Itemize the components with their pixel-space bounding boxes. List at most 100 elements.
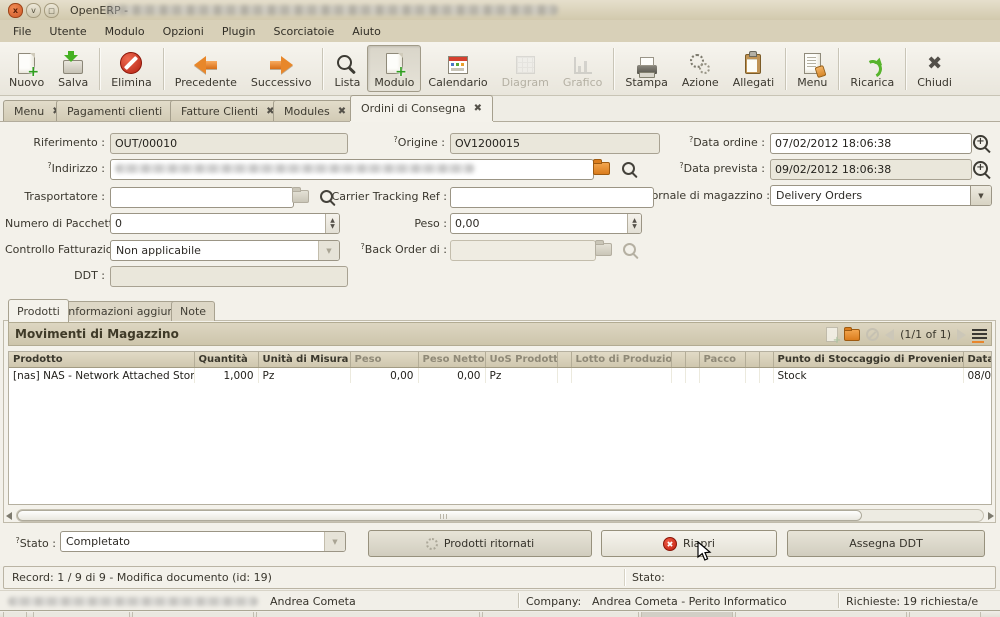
company-label: Company: — [526, 595, 581, 608]
giornale-combo[interactable]: Delivery Orders ▼ — [770, 185, 992, 206]
scrollbar-thumb[interactable] — [17, 510, 862, 521]
window-minimize-icon[interactable]: v — [26, 3, 41, 18]
tab-close-icon[interactable]: ✖ — [474, 103, 482, 114]
openerp-window: x v □ OpenERP - File Utente Modulo Opzio… — [0, 0, 1000, 617]
desktop-taskbar-edge — [0, 610, 1000, 617]
reload-button[interactable]: Ricarica — [843, 45, 901, 92]
menu-opzioni[interactable]: Opzioni — [154, 22, 213, 41]
blurred-address-text — [115, 164, 475, 173]
menu-plugin[interactable]: Plugin — [213, 22, 265, 41]
ddt-field — [110, 266, 348, 287]
horizontal-scrollbar[interactable] — [4, 509, 996, 522]
date-zoom-icon[interactable]: + — [973, 161, 988, 176]
menu-aiuto[interactable]: Aiuto — [343, 22, 390, 41]
list-view-button[interactable]: Lista — [327, 45, 367, 92]
table-row[interactable]: [nas] NAS - Network Attached Storage 1,0… — [9, 368, 992, 384]
scroll-left-icon[interactable] — [6, 512, 12, 520]
date-zoom-icon[interactable]: + — [973, 135, 988, 150]
col-spacer — [685, 352, 699, 368]
numero-pacchetti-label: Numero di Pacchetti : — [5, 217, 105, 230]
window-close-icon[interactable]: x — [8, 3, 23, 18]
indirizzo-field[interactable] — [110, 159, 594, 180]
delete-icon — [120, 47, 142, 74]
col-peso-netto[interactable]: Peso Netto — [418, 352, 485, 368]
taskbar-button[interactable] — [33, 612, 130, 617]
data-ordine-field[interactable]: 07/02/2012 18:06:38 — [770, 133, 972, 154]
title-bar: x v □ OpenERP - — [0, 0, 1000, 21]
taskbar-button[interactable] — [3, 612, 27, 617]
col-prodotto[interactable]: Prodotto — [9, 352, 194, 368]
col-quantita[interactable]: Quantità — [194, 352, 258, 368]
attachments-button[interactable]: Allegati — [726, 45, 782, 92]
col-uos-prodotto[interactable]: UoS Prodotto — [485, 352, 557, 368]
search-icon[interactable] — [320, 190, 333, 203]
diagram-icon — [516, 47, 535, 74]
menu-page-icon — [804, 47, 821, 74]
stato-status: Stato: — [632, 571, 665, 584]
col-pacco[interactable]: Pacco — [699, 352, 745, 368]
close-button[interactable]: Chiudi — [910, 45, 959, 92]
trasportatore-field[interactable] — [110, 187, 294, 208]
taskbar-button[interactable] — [256, 612, 480, 617]
save-button[interactable]: Salva — [51, 45, 95, 92]
spinner-arrows-icon[interactable]: ▲▼ — [325, 214, 339, 233]
chevron-down-icon[interactable]: ▼ — [970, 186, 991, 205]
graph-view-button: Grafico — [556, 45, 610, 92]
taskbar-button[interactable] — [735, 612, 907, 617]
new-button[interactable]: Nuovo — [2, 45, 51, 92]
stock-moves-list[interactable]: Prodotto Quantità Unità di Misura Peso P… — [8, 351, 992, 505]
search-icon[interactable] — [622, 162, 635, 175]
save-icon — [63, 47, 83, 74]
cancel-red-icon: ✖ — [663, 537, 677, 551]
tab-modules[interactable]: Modules ✖ — [273, 100, 357, 121]
requests-label: Richieste: — [846, 595, 900, 608]
tab-close-icon[interactable]: ✖ — [338, 106, 346, 117]
previous-button[interactable]: Precedente — [168, 45, 244, 92]
menu-scorciatoie[interactable]: Scorciatoie — [264, 22, 343, 41]
tab-ordini-di-consegna[interactable]: Ordini di Consegna ✖ — [350, 95, 493, 121]
tab-fatture-clienti[interactable]: Fatture Clienti ✖ — [170, 100, 286, 121]
close-x-icon — [927, 47, 942, 74]
open-resource-folder-icon[interactable] — [593, 162, 610, 175]
record-status: Record: 1 / 9 di 9 - Modifica documento … — [12, 571, 272, 584]
calendar-icon — [448, 47, 468, 74]
col-lotto[interactable]: Lotto di Produzione — [571, 352, 671, 368]
action-button[interactable]: Azione — [675, 45, 726, 92]
calendar-view-button[interactable]: Calendario — [421, 45, 494, 92]
col-punto-stoccaggio[interactable]: Punto di Stoccaggio di Provenienza — [773, 352, 963, 368]
scroll-right-icon[interactable] — [988, 512, 994, 520]
switch-view-icon[interactable] — [972, 329, 987, 341]
assegna-ddt-button[interactable]: Assegna DDT — [787, 530, 985, 557]
window-maximize-icon[interactable]: □ — [44, 3, 59, 18]
tab-label: Modules — [284, 105, 330, 118]
stato-label: ?Stato : — [8, 537, 56, 550]
menu-modulo[interactable]: Modulo — [96, 22, 154, 41]
prodotti-ritornati-button[interactable]: Prodotti ritornati — [368, 530, 592, 557]
tab-note[interactable]: Note — [171, 301, 215, 321]
open-record-icon[interactable] — [844, 329, 860, 341]
riapri-button[interactable]: ✖ Riapri — [601, 530, 777, 557]
menu-file[interactable]: File — [4, 22, 40, 41]
carrier-ref-field[interactable] — [450, 187, 654, 208]
taskbar-button-active[interactable] — [641, 612, 733, 617]
taskbar-button[interactable] — [909, 612, 981, 617]
taskbar-button[interactable] — [132, 612, 254, 617]
col-peso[interactable]: Peso — [350, 352, 418, 368]
spinner-arrows-icon[interactable]: ▲▼ — [627, 214, 641, 233]
controllo-fatturazione-label: Controllo Fatturazione : — [5, 243, 105, 256]
next-button[interactable]: Successivo — [244, 45, 319, 92]
indirizzo-label: ?Indirizzo : — [5, 162, 105, 175]
col-unita-misura[interactable]: Unità di Misura — [258, 352, 350, 368]
print-button[interactable]: Stampa — [618, 45, 674, 92]
menu-utente[interactable]: Utente — [40, 22, 95, 41]
form-view-icon — [386, 47, 403, 74]
menu-button[interactable]: Menu — [790, 45, 834, 92]
numero-pacchetti-stepper[interactable]: 0 ▲▼ — [110, 213, 340, 234]
peso-stepper[interactable]: 0,00 ▲▼ — [450, 213, 642, 234]
delete-button[interactable]: Elimina — [104, 45, 159, 92]
form-view-button[interactable]: Modulo — [367, 45, 421, 92]
col-data[interactable]: Data — [963, 352, 992, 368]
taskbar-button[interactable] — [482, 612, 639, 617]
toolbar-separator — [905, 48, 906, 90]
tab-prodotti[interactable]: Prodotti — [8, 299, 69, 322]
